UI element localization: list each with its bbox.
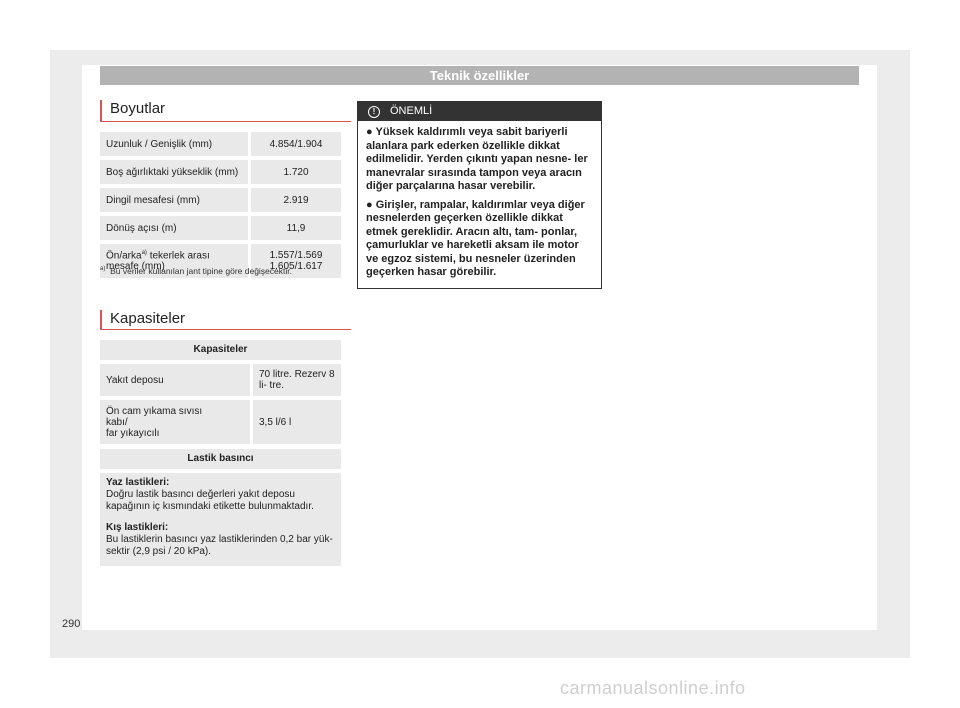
row-label: Uzunluk / Genişlik (mm) [100,132,248,156]
washer-label-line: kabı/ [106,416,128,428]
section-title-capacities: Kapasiteler [100,310,351,330]
page-header: Teknik özellikler [100,66,859,85]
row-label: Boş ağırlıktaki yükseklik (mm) [100,160,248,184]
footnote-text: Bu veriler kullanılan jant tipine göre d… [110,266,292,276]
row-value: 2.919 [248,188,341,212]
warning-box: ! ÖNEMLİ ● Yüksek kaldırımlı veya sabit … [357,101,602,289]
table-row: Dönüş açısı (m) 11,9 [100,216,341,240]
row-label: Yakıt deposu [106,374,164,386]
capacities-table-header: Kapasiteler [100,340,341,360]
table-row: Dingil mesafesi (mm) 2.919 [100,188,341,212]
summer-tires-text: Doğru lastik basıncı değerleri yakıt dep… [106,489,314,512]
table-row: Yakıt deposu 70 litre. Rezerv 8 li- tre. [100,364,341,396]
tire-pressure-header: Lastik basıncı [100,449,341,469]
table-row: Ön cam yıkama sıvısı kabı/ far yıkayıcıl… [100,400,341,444]
warning-header: ! ÖNEMLİ [358,102,601,121]
warning-title: ÖNEMLİ [390,105,433,117]
table-row: Boş ağırlıktaki yükseklik (mm) 1.720 [100,160,341,184]
dimensions-table: Uzunluk / Genişlik (mm) 4.854/1.904 Boş … [100,128,341,282]
row-value: 1.720 [248,160,341,184]
warning-body: ● Yüksek kaldırımlı veya sabit bariyerli… [358,121,601,290]
watermark: carmanualsonline.info [560,678,746,698]
row-value: 4.854/1.904 [248,132,341,156]
footnote: a) Bu veriler kullanılan jant tipine gör… [100,266,292,276]
row-label: Ön cam yıkama sıvısı kabı/ far yıkayıcıl… [100,400,250,444]
summer-tires-title: Yaz lastikleri: [106,477,170,488]
row-value: 70 litre. Rezerv 8 li- tre. [250,364,341,396]
summer-tires-block: Yaz lastikleri: Doğru lastik basıncı değ… [100,473,341,519]
row-label: Dingil mesafesi (mm) [100,188,248,212]
footnote-marker: a) [100,266,106,273]
winter-tires-title: Kış lastikleri: [106,522,169,533]
table-row: Uzunluk / Genişlik (mm) 4.854/1.904 [100,132,341,156]
row-value: 3,5 l/6 l [250,400,341,444]
warning-circle-icon: ! [368,105,380,118]
track-label: Ön/arka [106,250,142,262]
warning-bullet: ● Yüksek kaldırımlı veya sabit bariyerli… [366,126,588,192]
warning-bullet: ● Girişler, rampalar, kaldırımlar veya d… [366,198,585,279]
page-number: 290 [62,618,81,630]
row-label: Dönüş açısı (m) [100,216,248,240]
washer-label-line: Ön cam yıkama sıvısı [106,405,203,417]
winter-tires-text: Bu lastiklerin basıncı yaz lastiklerinde… [106,534,333,557]
track-front-value: 1.557/1.569 [269,250,323,261]
washer-label-line: far yıkayıcılı [106,427,160,439]
winter-tires-block: Kış lastikleri: Bu lastiklerin basıncı y… [100,518,341,566]
row-value: 11,9 [248,216,341,240]
section-title-dimensions: Boyutlar [100,100,351,122]
